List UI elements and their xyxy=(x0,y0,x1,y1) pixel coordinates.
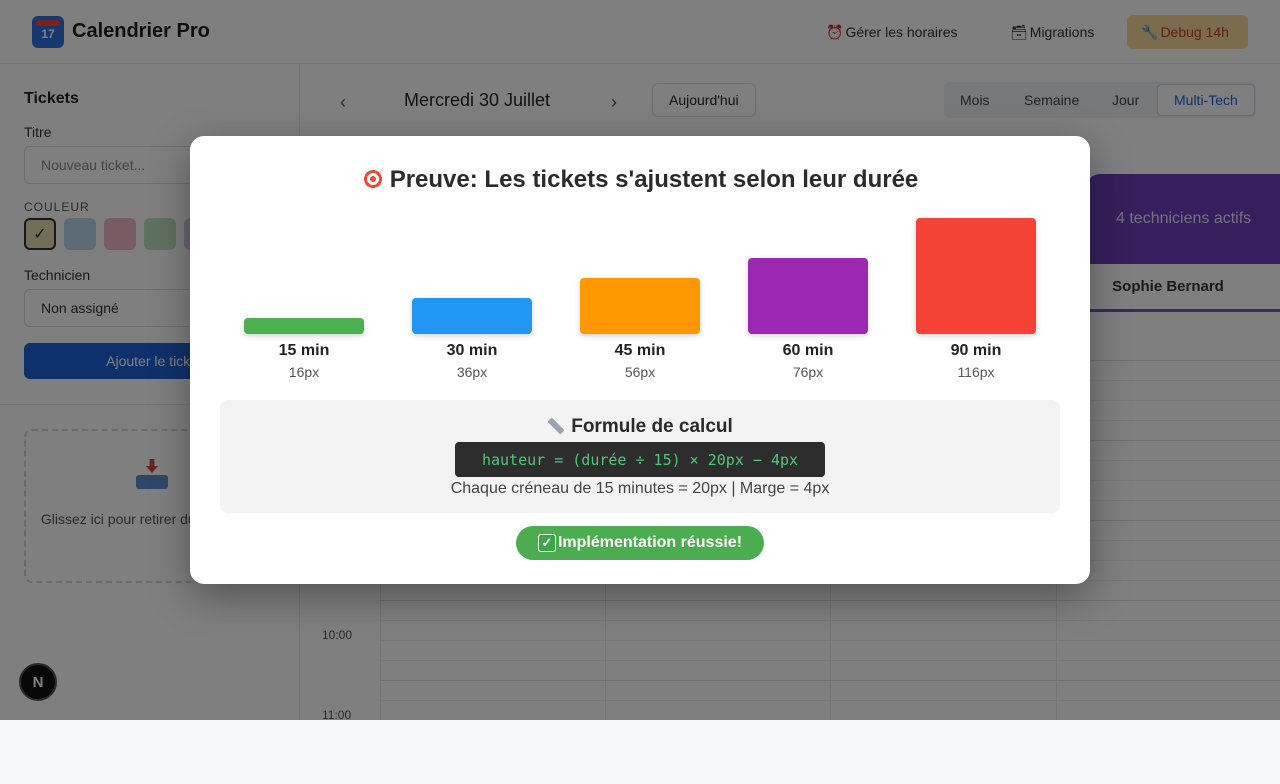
app-window: 17 Calendrier Pro ⏰ Gérer les horaires 🗃… xyxy=(0,0,1280,720)
success-label: Implémentation réussie! xyxy=(557,534,743,551)
duration-bar xyxy=(748,258,868,334)
height-label: 16px xyxy=(288,364,320,380)
duration-label: 45 min xyxy=(614,342,666,359)
ruler-icon xyxy=(547,417,565,435)
success-badge[interactable]: ✓ Implémentation réussie! xyxy=(516,526,764,560)
formula-code: hauteur = (durée ÷ 15) × 20px − 4px xyxy=(455,442,825,477)
duration-bar xyxy=(916,218,1036,334)
formula-title: Formule de calcul xyxy=(220,416,1060,438)
height-label: 56px xyxy=(624,364,656,380)
height-label: 76px xyxy=(792,364,824,380)
duration-label: 60 min xyxy=(782,342,834,359)
duration-bar xyxy=(244,318,364,334)
formula-title-text: Formule de calcul xyxy=(571,416,733,437)
duration-label: 15 min xyxy=(278,342,330,359)
modal-title: Preuve: Les tickets s'ajustent selon leu… xyxy=(190,166,1090,194)
formula-note: Chaque créneau de 15 minutes = 20px | Ma… xyxy=(450,480,830,497)
height-label: 116px xyxy=(957,364,995,380)
duration-bar xyxy=(580,278,700,334)
proof-modal: Preuve: Les tickets s'ajustent selon leu… xyxy=(190,136,1090,584)
duration-bar xyxy=(412,298,532,334)
dart-target-icon xyxy=(361,168,384,190)
duration-label: 30 min xyxy=(446,342,498,359)
height-label: 36px xyxy=(456,364,488,380)
duration-label: 90 min xyxy=(950,342,1002,359)
formula-box: Formule de calcul hauteur = (durée ÷ 15)… xyxy=(220,400,1060,513)
check-mark-icon: ✓ xyxy=(537,534,556,552)
modal-title-text: Preuve: Les tickets s'ajustent selon leu… xyxy=(389,166,919,193)
